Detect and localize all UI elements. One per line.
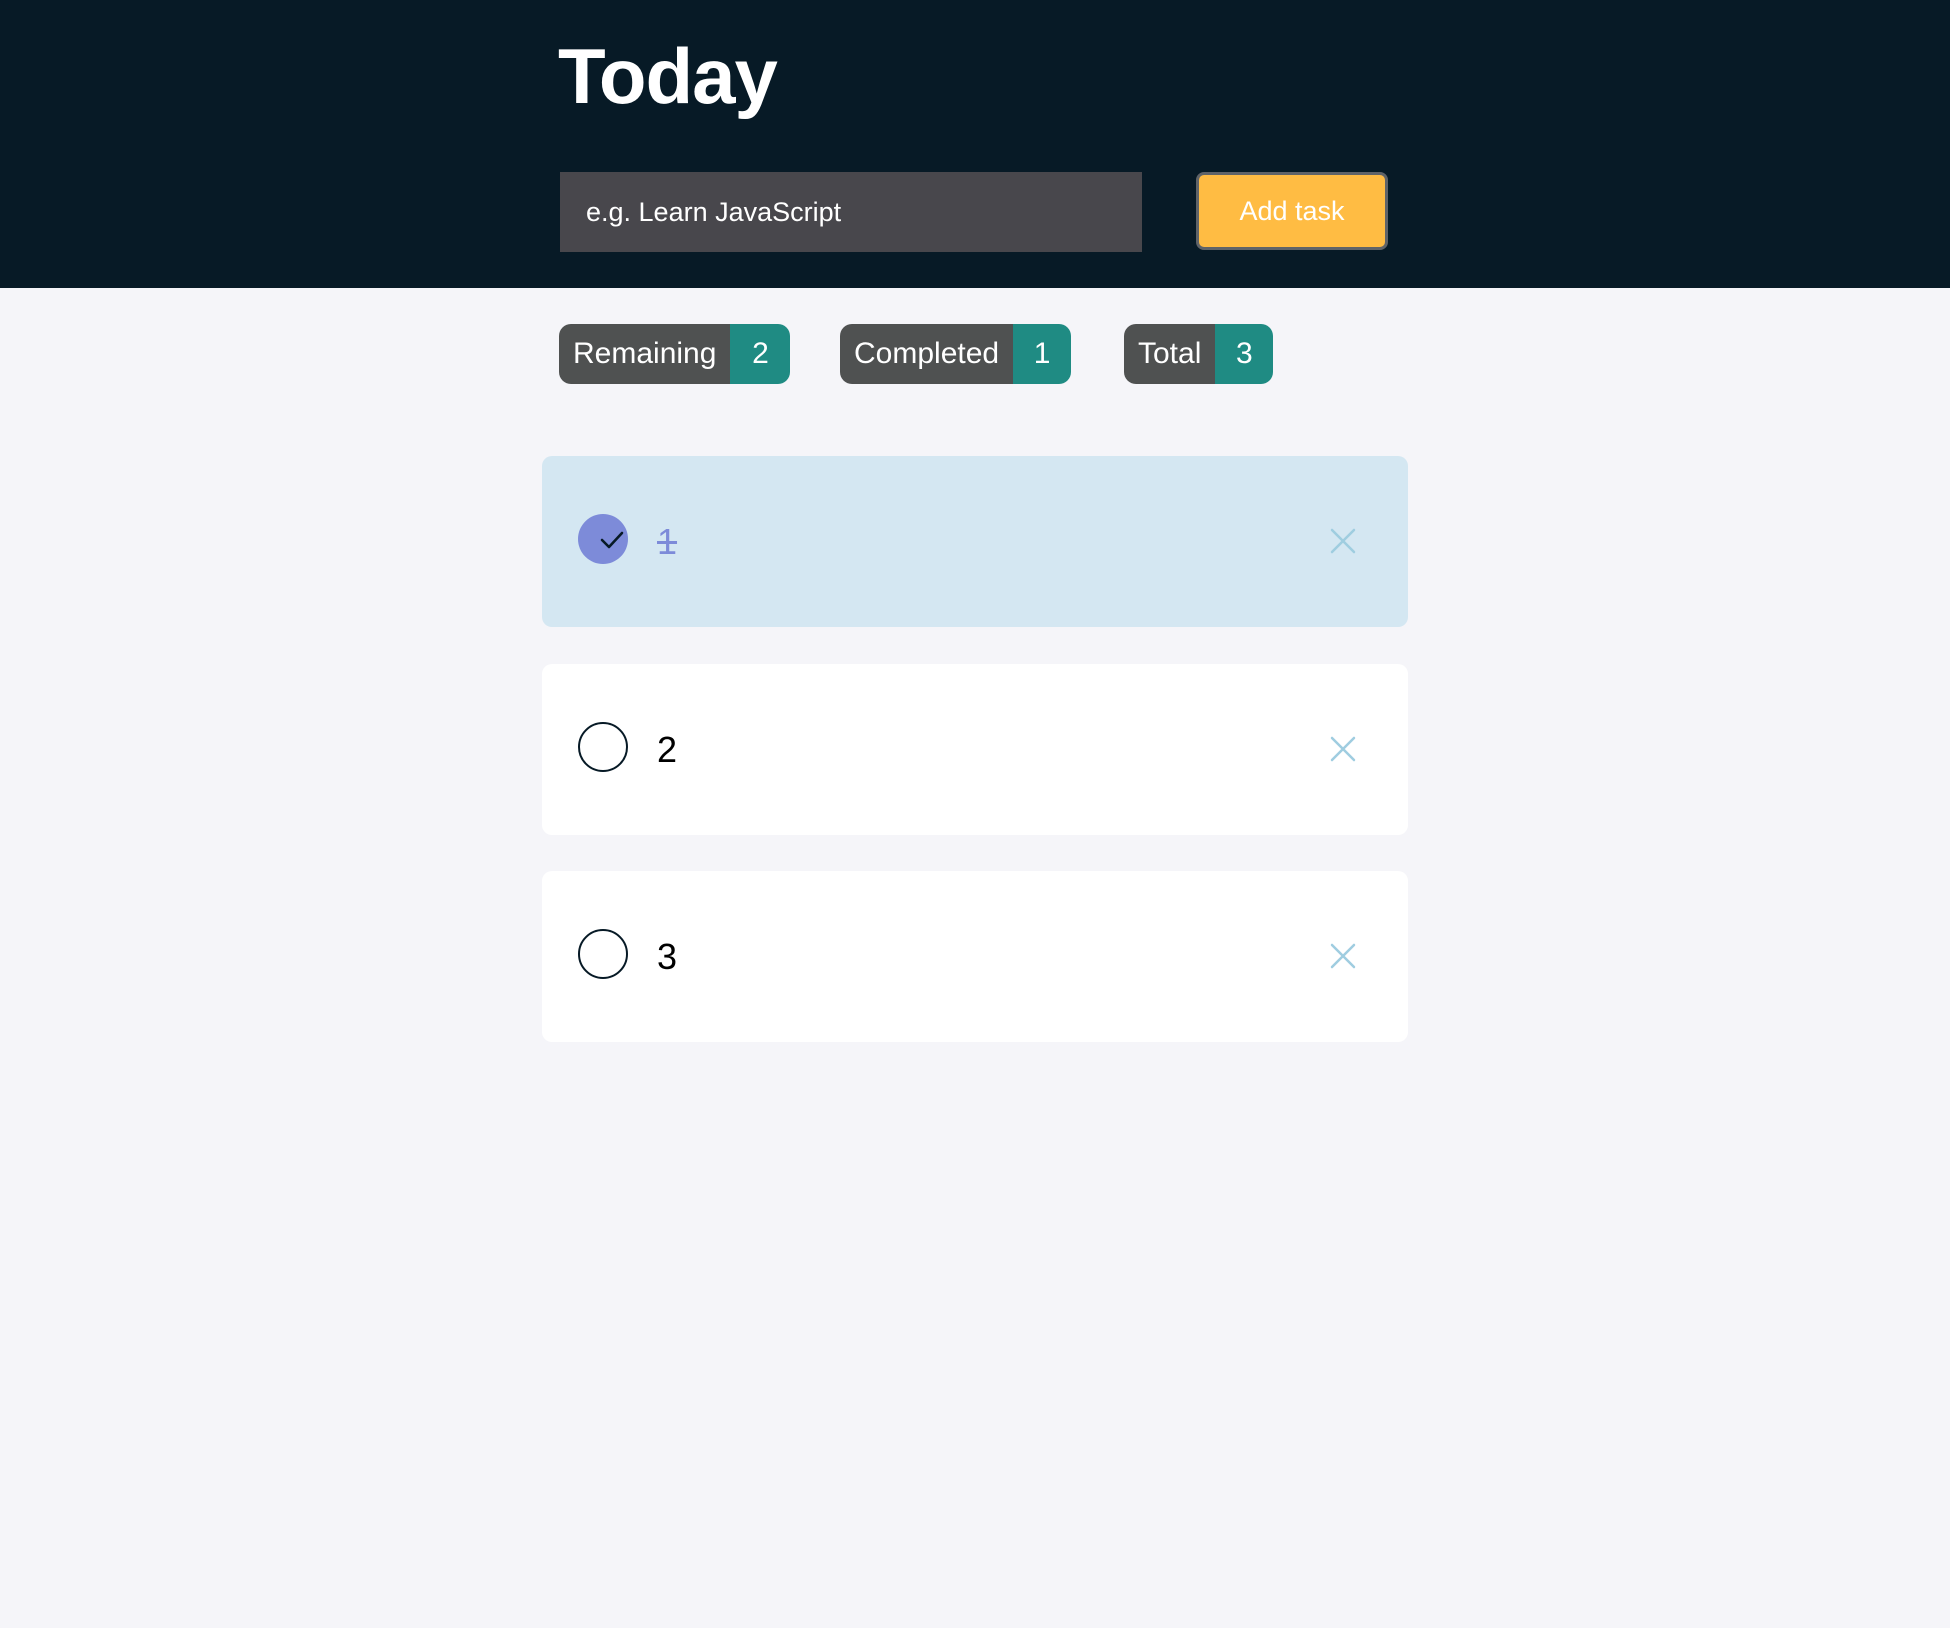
remaining-stat-count: 2 [730, 324, 791, 384]
remaining-stat-label: Remaining [559, 324, 731, 384]
new-task-input[interactable] [560, 172, 1142, 252]
completed-stat-label: Completed [840, 324, 1014, 384]
task-checkbox[interactable] [578, 514, 628, 564]
app-header: Today Add task [0, 0, 1950, 288]
task-text: 2 [657, 729, 678, 770]
add-task-button[interactable]: Add task [1196, 172, 1388, 250]
page-title: Today [558, 32, 778, 120]
task-text: 1 [657, 521, 678, 562]
task-item: 1 [542, 456, 1408, 627]
task-item: 2 [542, 664, 1408, 835]
completed-stat-badge: Completed 1 [840, 324, 1072, 384]
completed-stat-count: 1 [1013, 324, 1072, 384]
task-text: 3 [657, 936, 678, 977]
task-checkbox[interactable] [578, 929, 628, 979]
close-icon[interactable] [1328, 526, 1358, 556]
checkmark-icon [600, 531, 624, 549]
task-checkbox[interactable] [578, 722, 628, 772]
total-stat-label: Total [1124, 324, 1216, 384]
total-stat-count: 3 [1215, 324, 1274, 384]
total-stat-badge: Total 3 [1124, 324, 1274, 384]
close-icon[interactable] [1328, 734, 1358, 764]
close-icon[interactable] [1328, 941, 1358, 971]
remaining-stat-badge: Remaining 2 [559, 324, 791, 384]
task-item: 3 [542, 871, 1408, 1042]
